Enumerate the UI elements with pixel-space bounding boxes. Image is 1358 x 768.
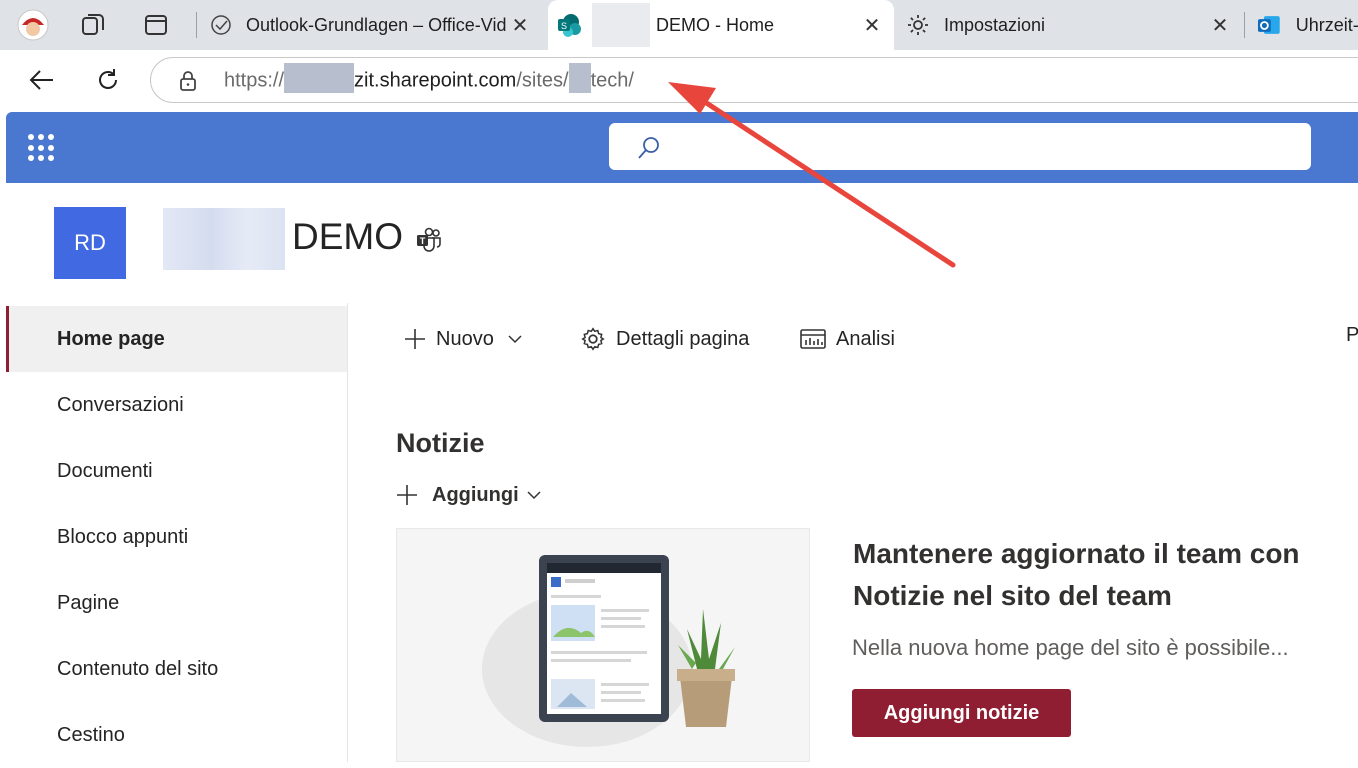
search-icon	[638, 137, 659, 159]
page-details-label: Dettagli pagina	[616, 327, 750, 350]
news-description: Nella nuova home page del sito è possibi…	[852, 635, 1289, 660]
close-icon[interactable]: ✕	[860, 13, 884, 37]
news-headline[interactable]: Mantenere aggiornato il team con Notizie…	[853, 533, 1353, 617]
truncated-command[interactable]: P	[1346, 324, 1358, 347]
url-scheme: https://	[224, 69, 285, 92]
chevron-down-icon	[508, 335, 522, 344]
nav-item-blocco-appunti[interactable]: Blocco appunti	[6, 504, 347, 570]
url-host: zit.sharepoint.com	[354, 69, 517, 92]
plus-icon	[405, 329, 425, 349]
redacted-block	[284, 63, 355, 93]
url-path: /sites/	[516, 69, 569, 92]
svg-text:S: S	[561, 21, 567, 31]
workspaces-icon[interactable]	[76, 8, 110, 42]
outlook-icon	[1257, 16, 1280, 34]
arrow-left-icon	[29, 70, 53, 90]
tab-uhrzeit[interactable]: Uhrzeit-	[1248, 0, 1358, 50]
add-news-button[interactable]: Aggiungi notizie	[852, 689, 1071, 737]
tab-impostazioni[interactable]: Impostazioni ✕	[898, 0, 1242, 50]
lock-icon[interactable]	[178, 70, 198, 92]
new-label: Nuovo	[436, 327, 494, 350]
site-navigation: Home page Conversazioni Documenti Blocco…	[6, 303, 348, 762]
url-path-end: tech/	[590, 69, 634, 92]
nav-item-contenuto-del-sito[interactable]: Contenuto del sito	[6, 636, 347, 702]
new-button[interactable]: Nuovo	[404, 322, 522, 356]
gear-icon	[581, 327, 605, 351]
app-launcher-icon[interactable]	[28, 134, 56, 162]
close-icon[interactable]: ✕	[1208, 13, 1232, 37]
redacted-block	[568, 63, 591, 93]
tab-outlook[interactable]: Outlook-Grundlagen – Office-Vid ✕	[200, 0, 542, 50]
nav-item-home-page[interactable]: Home page	[6, 306, 347, 372]
refresh-icon	[99, 69, 117, 89]
gear-icon	[908, 15, 928, 35]
close-icon[interactable]: ✕	[508, 13, 532, 37]
suite-bar	[6, 112, 1358, 183]
tab-demo-home[interactable]: S DEMO - Home ✕	[548, 0, 894, 50]
plus-icon	[397, 485, 417, 505]
nav-item-cestino[interactable]: Cestino	[6, 702, 347, 768]
redacted-block	[163, 208, 285, 270]
browser-toolbar: https:// zit.sharepoint.com/sites/tech/	[0, 50, 1358, 110]
add-news-dropdown[interactable]: Aggiungi	[396, 481, 541, 509]
profile-icon[interactable]	[16, 8, 50, 42]
chevron-down-icon	[527, 491, 541, 500]
analytics-icon	[800, 329, 826, 349]
sharepoint-icon: S	[558, 14, 581, 37]
news-section-title: Notizie	[396, 428, 485, 458]
site-title[interactable]: DEMO	[292, 216, 403, 258]
page-details-button[interactable]: Dettagli pagina	[580, 322, 749, 356]
back-button[interactable]	[24, 62, 60, 98]
news-illustration	[396, 528, 810, 762]
tab-title: DEMO - Home	[656, 14, 775, 35]
tab-title: Uhrzeit-	[1295, 14, 1358, 35]
nav-item-documenti[interactable]: Documenti	[6, 438, 347, 504]
tab-title: Outlook-Grundlagen – Office-Vid	[246, 14, 507, 35]
browser-tab-strip: Outlook-Grundlagen – Office-Vid ✕ S DEMO…	[0, 0, 1358, 50]
tab-actions-icon[interactable]	[139, 8, 173, 42]
refresh-button[interactable]	[90, 62, 126, 98]
add-news-label: Aggiungi	[432, 483, 519, 506]
site-logo[interactable]: RD	[54, 207, 126, 279]
tab-title: Impostazioni	[944, 14, 1046, 35]
tab-favicon-icon	[211, 15, 231, 35]
redacted-block	[592, 3, 650, 47]
nav-item-conversazioni[interactable]: Conversazioni	[6, 372, 347, 438]
url-text[interactable]: https:// zit.sharepoint.com/sites/tech/	[224, 63, 634, 93]
nav-item-pagine[interactable]: Pagine	[6, 570, 347, 636]
search-input[interactable]	[609, 123, 1311, 170]
teams-icon[interactable]: T	[415, 227, 443, 253]
analytics-label: Analisi	[836, 327, 895, 350]
analytics-button[interactable]: Analisi	[800, 322, 895, 356]
svg-text:T: T	[420, 236, 426, 246]
address-bar[interactable]: https:// zit.sharepoint.com/sites/tech/	[150, 57, 1358, 103]
